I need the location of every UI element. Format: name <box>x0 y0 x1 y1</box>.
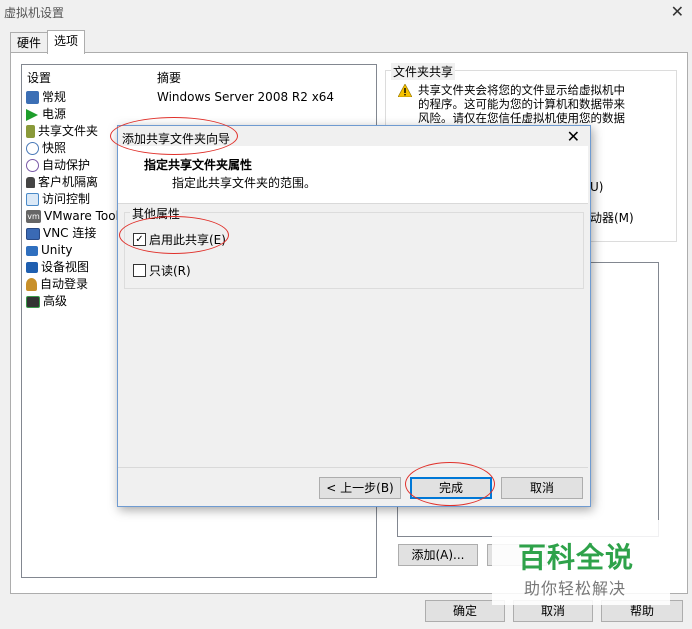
snapshot-icon <box>26 142 39 155</box>
window-title: 虚拟机设置 <box>4 6 65 20</box>
settings-item-label: 电源 <box>42 107 67 121</box>
summary-column-header[interactable]: 摘要 <box>157 69 181 86</box>
watermark-title: 百科全说 <box>518 541 635 574</box>
settings-item-general[interactable]: 常规 <box>26 89 66 106</box>
settings-item-label: 常规 <box>42 90 67 104</box>
settings-item-label: 自动登录 <box>40 277 89 291</box>
dialog-heading: 指定共享文件夹属性 <box>144 158 253 172</box>
dialog-cancel-button[interactable]: 取消 <box>501 477 583 499</box>
settings-item-advanced[interactable]: 高级 <box>26 293 67 310</box>
settings-item-power[interactable]: 电源 <box>26 106 66 123</box>
finish-button[interactable]: 完成 <box>410 477 492 499</box>
settings-item-label: VNC 连接 <box>43 226 97 240</box>
settings-item-device-view[interactable]: 设备视图 <box>26 259 89 276</box>
dialog-subheading: 指定此共享文件夹的范围。 <box>172 176 317 190</box>
general-icon <box>26 91 39 104</box>
settings-item-vnc[interactable]: VNC 连接 <box>26 225 96 242</box>
partial-option-label: 动器(M) <box>590 211 634 225</box>
settings-item-unity[interactable]: Unity <box>26 242 73 259</box>
unity-icon <box>26 245 38 256</box>
checkbox-box <box>133 264 146 277</box>
autoprotect-icon <box>26 159 39 172</box>
folder-sharing-title: 文件夹共享 <box>391 63 456 80</box>
settings-item-label: Unity <box>41 243 73 257</box>
tab-options[interactable]: 选项 <box>47 30 86 54</box>
partial-option-label: U) <box>590 180 604 194</box>
settings-item-label: 自动保护 <box>42 158 91 172</box>
window-close-button[interactable]: ✕ <box>671 2 684 21</box>
dialog-footer-divider <box>118 467 588 468</box>
settings-item-shared-folders[interactable]: 共享文件夹 <box>26 123 98 140</box>
settings-item-vmware-tools[interactable]: vm VMware Tools <box>26 208 125 225</box>
shared-folder-icon <box>26 125 35 138</box>
dialog-close-button[interactable]: ✕ <box>567 127 580 146</box>
settings-item-isolation[interactable]: 客户机隔离 <box>26 174 98 191</box>
settings-item-label: 快照 <box>42 141 67 155</box>
settings-column-header[interactable]: 设置 <box>27 69 51 86</box>
dialog-title: 添加共享文件夹向导 <box>122 132 231 146</box>
warning-line: 共享文件夹会将您的文件显示给虚拟机中 <box>418 83 625 97</box>
checkbox-label: 启用此共享(E) <box>149 233 226 247</box>
dialog-header: 指定共享文件夹属性 指定此共享文件夹的范围。 <box>118 146 588 204</box>
settings-item-label: 设备视图 <box>41 260 90 274</box>
read-only-checkbox[interactable]: 只读(R) <box>133 262 191 279</box>
device-view-icon <box>26 262 38 273</box>
watermark: 百科全说 助你轻松解决 <box>492 520 670 605</box>
vnc-icon <box>26 227 40 240</box>
access-control-icon <box>26 193 39 206</box>
advanced-icon <box>26 295 40 308</box>
autologin-icon <box>26 278 37 291</box>
settings-item-label: 访问控制 <box>42 192 91 206</box>
warning-text: 共享文件夹会将您的文件显示给虚拟机中 的程序。这可能为您的计算机和数据带来 风险… <box>418 83 625 125</box>
settings-item-label: 客户机隔离 <box>38 175 99 189</box>
settings-item-access-control[interactable]: 访问控制 <box>26 191 90 208</box>
checkbox-label: 只读(R) <box>149 264 191 278</box>
add-folder-button[interactable]: 添加(A)... <box>398 544 478 566</box>
vmware-icon: vm <box>26 210 41 223</box>
settings-item-autologin[interactable]: 自动登录 <box>26 276 88 293</box>
warning-line: 的程序。这可能为您的计算机和数据带来 <box>418 97 625 111</box>
checkbox-box: ✓ <box>133 233 146 246</box>
other-properties-title: 其他属性 <box>130 205 183 222</box>
settings-item-snapshots[interactable]: 快照 <box>26 140 66 157</box>
back-button[interactable]: < 上一步(B) <box>319 477 401 499</box>
warning-icon <box>397 83 413 100</box>
settings-item-label: 共享文件夹 <box>38 124 99 138</box>
other-properties-group <box>124 212 584 289</box>
settings-item-label: VMware Tools <box>44 209 126 223</box>
settings-item-label: 高级 <box>43 294 68 308</box>
tab-hardware[interactable]: 硬件 <box>10 32 49 53</box>
add-shared-folder-wizard: 添加共享文件夹向导 ✕ 指定共享文件夹属性 指定此共享文件夹的范围。 其他属性 … <box>117 125 591 507</box>
watermark-subtitle: 助你轻松解决 <box>524 579 627 598</box>
warning-line: 风险。请仅在您信任虚拟机使用您的数据 <box>418 111 625 125</box>
lock-icon <box>26 177 35 188</box>
settings-item-autoprotect[interactable]: 自动保护 <box>26 157 90 174</box>
power-icon <box>26 108 38 121</box>
enable-share-checkbox[interactable]: ✓ 启用此共享(E) <box>133 231 226 248</box>
summary-general: Windows Server 2008 R2 x64 <box>157 90 335 104</box>
